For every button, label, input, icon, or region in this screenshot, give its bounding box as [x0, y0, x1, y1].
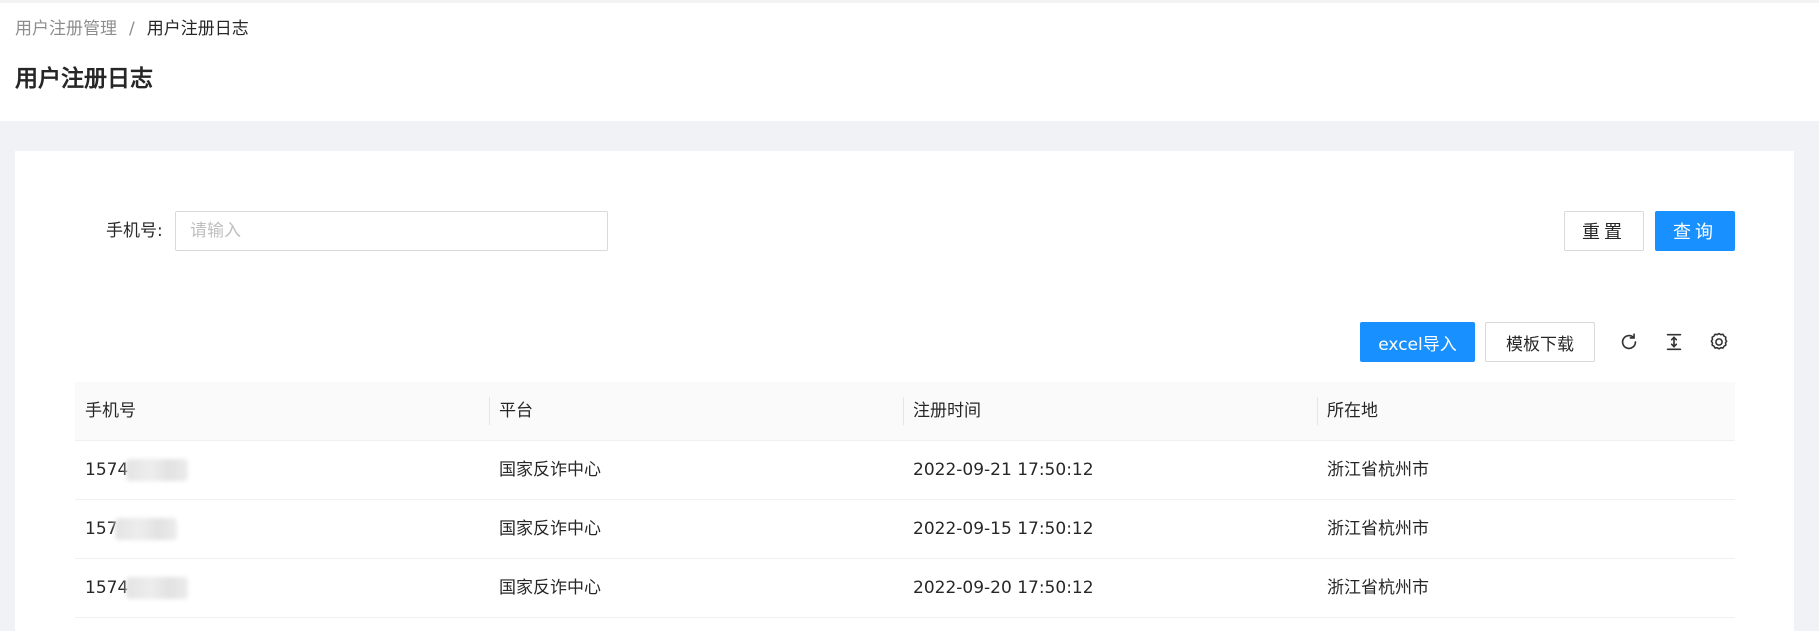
reload-icon[interactable] — [1615, 328, 1643, 356]
column-header-phone: 手机号 — [85, 401, 136, 421]
reset-button[interactable]: 重置 — [1564, 211, 1644, 251]
phone-cell: 1574 — [75, 559, 489, 617]
page-header: 用户注册管理 / 用户注册日志 用户注册日志 — [0, 0, 1819, 121]
phone-text: 1574 — [85, 460, 129, 480]
phone-redaction-mask — [126, 459, 189, 481]
breadcrumb-separator: / — [129, 19, 135, 39]
register-time-cell: 2022-09-20 17:50:12 — [913, 578, 1094, 598]
phone-cell: 1574 — [75, 441, 489, 499]
phone-search-label: 手机号: — [106, 221, 163, 241]
phone-text: 1574 — [85, 578, 129, 598]
location-cell: 浙江省杭州市 — [1327, 460, 1429, 480]
table-row: 1574 国家反诈中心 2022-09-21 17:50:12 浙江省杭州市 — [75, 441, 1735, 500]
table-header: 手机号 平台 注册时间 所在地 — [75, 382, 1735, 441]
location-cell: 浙江省杭州市 — [1327, 519, 1429, 539]
register-time-cell: 2022-09-15 17:50:12 — [913, 519, 1094, 539]
platform-cell: 国家反诈中心 — [499, 519, 601, 539]
query-button[interactable]: 查询 — [1655, 211, 1735, 251]
phone-search-input[interactable] — [175, 211, 608, 251]
phone-text: 157 — [85, 519, 118, 539]
column-header-platform: 平台 — [499, 401, 533, 421]
registration-log-table: 手机号 平台 注册时间 所在地 1574 国家反诈中心 2022-09-21 1… — [75, 382, 1735, 618]
breadcrumb: 用户注册管理 / 用户注册日志 — [15, 17, 249, 41]
platform-cell: 国家反诈中心 — [499, 578, 601, 598]
breadcrumb-item-user-registration-management[interactable]: 用户注册管理 — [15, 17, 117, 41]
phone-redaction-mask — [126, 577, 189, 599]
breadcrumb-item-user-registration-log: 用户注册日志 — [146, 19, 249, 39]
excel-import-button[interactable]: excel导入 — [1360, 322, 1475, 362]
table-row: 157 国家反诈中心 2022-09-15 17:50:12 浙江省杭州市 — [75, 500, 1735, 559]
location-cell: 浙江省杭州市 — [1327, 578, 1429, 598]
setting-icon[interactable] — [1705, 328, 1733, 356]
page-title: 用户注册日志 — [15, 66, 153, 92]
table-row: 1574 国家反诈中心 2022-09-20 17:50:12 浙江省杭州市 — [75, 559, 1735, 618]
phone-cell: 157 — [75, 500, 489, 558]
column-height-icon[interactable] — [1660, 328, 1688, 356]
template-download-button[interactable]: 模板下载 — [1485, 322, 1595, 362]
platform-cell: 国家反诈中心 — [499, 460, 601, 480]
phone-redaction-mask — [115, 518, 178, 540]
register-time-cell: 2022-09-21 17:50:12 — [913, 460, 1094, 480]
column-header-register-time: 注册时间 — [913, 401, 981, 421]
column-header-location: 所在地 — [1327, 401, 1378, 421]
